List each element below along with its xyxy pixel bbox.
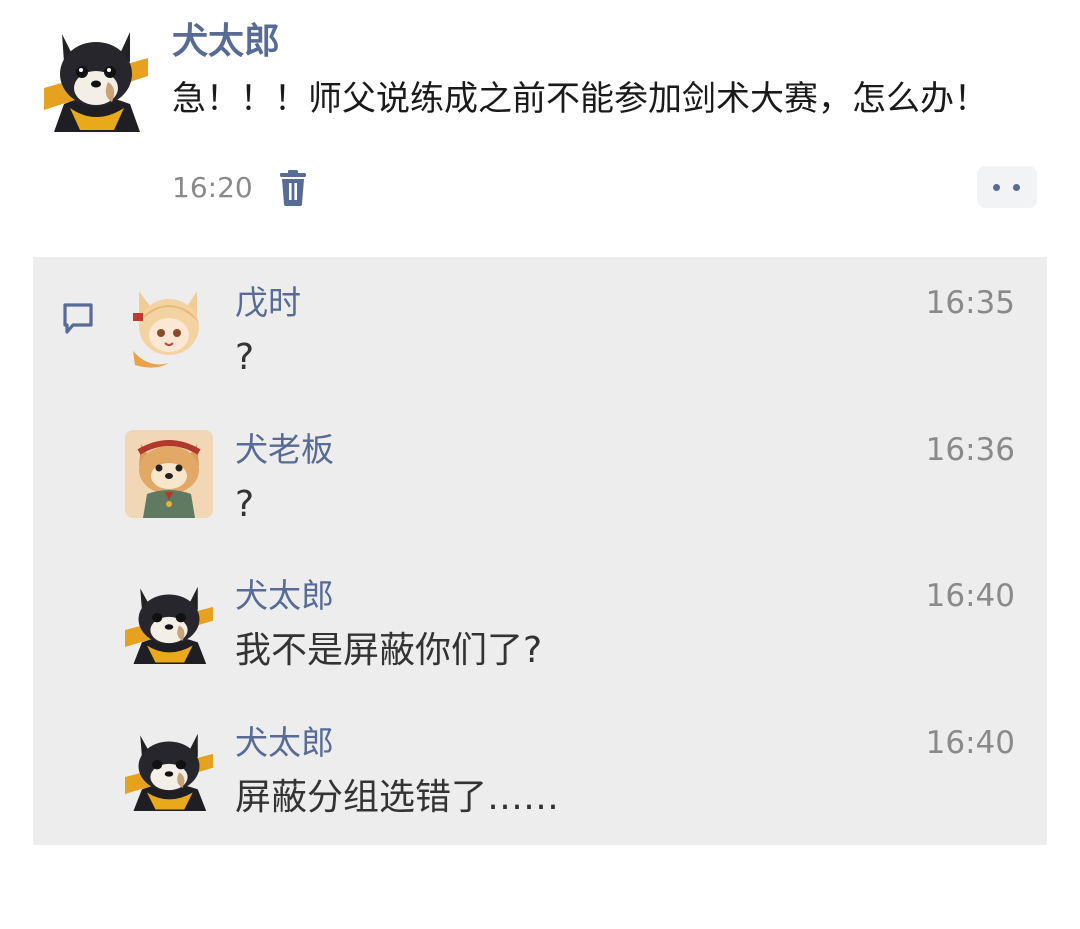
more-dots-icon xyxy=(1013,184,1020,191)
comment-item[interactable]: 戊时 16:35 ? xyxy=(125,283,1015,423)
comment-avatar[interactable] xyxy=(125,576,213,664)
comment-text: ? xyxy=(235,337,255,378)
comment-author-name[interactable]: 犬太郎 xyxy=(235,723,334,763)
trash-icon[interactable] xyxy=(278,170,308,206)
comment-item[interactable]: 犬老板 16:36 ? xyxy=(125,430,1015,570)
more-options-button[interactable] xyxy=(977,166,1037,208)
comment-author-name[interactable]: 犬太郎 xyxy=(235,576,334,616)
comment-icon xyxy=(61,301,95,335)
shiba-boss-avatar-icon xyxy=(125,430,213,518)
comment-avatar[interactable] xyxy=(125,723,213,811)
comment-timestamp: 16:40 xyxy=(925,725,1015,761)
comments-section: 戊时 16:35 ? 犬老板 16:36 ? 犬太郎 16:40 我不是屏蔽你们… xyxy=(33,257,1047,845)
comment-item[interactable]: 犬太郎 16:40 屏蔽分组选错了…… xyxy=(125,723,1015,863)
post-timestamp: 16:20 xyxy=(172,171,253,204)
black-shiba-avatar-icon xyxy=(44,18,148,132)
post-author-avatar[interactable] xyxy=(44,18,148,132)
post-author-name[interactable]: 犬太郎 xyxy=(172,20,280,64)
comment-author-name[interactable]: 犬老板 xyxy=(235,430,334,470)
comment-text: 我不是屏蔽你们了? xyxy=(235,630,543,671)
comment-text: ? xyxy=(235,484,255,525)
comment-timestamp: 16:40 xyxy=(925,578,1015,614)
post-text: 急！！！师父说练成之前不能参加剑术大赛，怎么办！ xyxy=(172,79,988,119)
more-dots-icon xyxy=(993,184,1000,191)
comment-avatar[interactable] xyxy=(125,430,213,518)
fox-girl-avatar-icon xyxy=(125,283,213,371)
comment-avatar[interactable] xyxy=(125,283,213,371)
comment-item[interactable]: 犬太郎 16:40 我不是屏蔽你们了? xyxy=(125,576,1015,716)
comment-timestamp: 16:36 xyxy=(925,432,1015,468)
comment-author-name[interactable]: 戊时 xyxy=(235,283,301,323)
black-shiba-avatar-icon xyxy=(125,723,213,811)
black-shiba-avatar-icon xyxy=(125,576,213,664)
moments-post-page: 犬太郎 急！！！师父说练成之前不能参加剑术大赛，怎么办！ 16:20 戊时 16… xyxy=(0,0,1080,929)
comment-timestamp: 16:35 xyxy=(925,285,1015,321)
comment-text: 屏蔽分组选错了…… xyxy=(235,777,560,818)
